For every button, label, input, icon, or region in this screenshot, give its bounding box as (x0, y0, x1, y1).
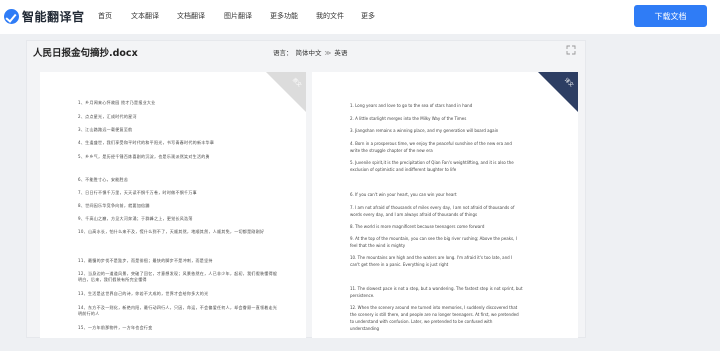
nav-item-text-translate[interactable]: 文本翻译 (131, 11, 159, 21)
nav-item-home[interactable]: 首页 (98, 11, 112, 21)
translated-line: 5. Juvenile spirit,it is the precipitati… (350, 160, 514, 165)
original-line: 5、乡乡气，是历经千锤百炼喜剧的沉淀，也是乐观派然笑对生活的勇 (78, 154, 210, 159)
translated-line: exclusion of optimistic and indifferent … (350, 167, 457, 172)
translated-line: the scenery is still there, and people a… (350, 312, 519, 317)
top-navigation-bar: 智能翻译官 首页 文本翻译 文档翻译 图片翻译 更多功能 我的文件 更多 下载文… (0, 0, 720, 34)
original-line: 3、江山路路远一载便复至航 (78, 127, 133, 132)
translated-line: 9. At the top of the mountain, you can s… (350, 236, 517, 241)
fullscreen-expand-icon[interactable] (566, 45, 576, 55)
translated-line: words every day, and I am always afraid … (350, 212, 478, 217)
download-document-button[interactable]: 下载文档 (634, 5, 707, 27)
original-line: 9、千高山之巅，方见大河奔涌；于群峰之上，更觉长风浩荡 (78, 216, 193, 221)
source-language[interactable]: 简体中文 (296, 49, 322, 57)
translated-line: 10. The mountains are high and the water… (350, 255, 513, 260)
translated-line: feel that the wind is mighty (350, 243, 406, 248)
translated-line: 11. The slowest pace is not a step, but … (350, 286, 523, 291)
nav-item-more[interactable]: 更多 (361, 11, 375, 21)
translated-line: can't get there in a panic. Everything i… (350, 262, 449, 267)
original-line: 12、当身边的一道道风景，突破了回忆，才意想发现；风景依然在，人已非少年，起初，… (78, 271, 278, 282)
translated-line: to understand with confusion. Later, we … (350, 319, 493, 324)
original-line: 2、点点星光，汇成时代的星河 (78, 114, 137, 119)
translated-line: 8. The world is more magnificent because… (350, 224, 485, 229)
translated-line: 6. If you can't win your heart, you can … (350, 192, 457, 197)
language-selector: 语言： 简体中文 ≫ 英语 (273, 47, 350, 57)
translated-line: 3. Jiangshan remains a winning place, an… (350, 128, 499, 133)
original-line: 6、不能胜寸心，安能胜苦 (78, 177, 129, 182)
original-line: 4、生逢盛世，我们享受和平时代的和平阳光，书写青春时代的新丰华章 (78, 140, 215, 145)
translated-line: write the struggle chapter of the new er… (350, 148, 433, 153)
logo-check-icon (4, 9, 19, 24)
translated-line: 1. Long years and love to go to the sea … (350, 103, 473, 108)
translated-document-page[interactable]: 译文 1. Long years and love to go to the s… (312, 72, 578, 338)
language-label: 语言： (273, 49, 293, 57)
original-line: 1、乡月闻来心怀故园 揽才乃是报业大业 (78, 100, 156, 105)
translated-line: 2. A little starlight merges into the Mi… (350, 116, 467, 121)
translated-corner-ribbon (538, 72, 578, 112)
app-logo[interactable]: 智能翻译官 (4, 8, 85, 25)
original-line: 13、生活是这世界自己的诗，你若不大成的，世界才会给你多大的光 (78, 291, 209, 296)
translated-line: understanding (350, 326, 380, 331)
original-line: 10、山高水长，怕什么来不及，慌什么到不了，天顺其然，地顺其然，人顺其免，一切都… (78, 229, 265, 234)
translated-line: 7. I am not afraid of thousands of miles… (350, 205, 515, 210)
document-title: 人民日报金句摘抄.docx (33, 48, 138, 59)
translated-line: persistence. (350, 293, 375, 298)
nav-item-image-translate[interactable]: 图片翻译 (224, 11, 252, 21)
original-document-page[interactable]: 原文 1、乡月闻来心怀故园 揽才乃是报业大业 2、点点星光，汇成时代的星河 3、… (40, 72, 306, 338)
nav-item-document-translate[interactable]: 文档翻译 (177, 11, 205, 21)
translated-line: 4. Born in a prosperous time, we enjoy t… (350, 141, 512, 146)
original-line: 7、日日行不惧千万里，天天读不惧千万卷，时时做不惧千万事 (78, 190, 197, 195)
original-line: 8、世间因乐华竞争向前，就要加倍蹦 (78, 203, 150, 208)
language-arrow-icon: ≫ (324, 49, 332, 57)
nav-item-more-features[interactable]: 更多功能 (270, 11, 298, 21)
target-language[interactable]: 英语 (334, 49, 347, 57)
original-line: 11、最慢的步伐不是跬步，而是徘徊；最快的脚步不是冲刺，而是坚持 (78, 258, 213, 263)
translated-line: 12. When the scenery around me turned in… (350, 305, 518, 310)
nav-item-my-files[interactable]: 我的文件 (316, 11, 344, 21)
original-line: 15、一方年前那物件，一方年也会行变 (78, 325, 153, 330)
app-name: 智能翻译官 (22, 10, 85, 24)
original-corner-ribbon (266, 72, 306, 112)
original-line: 14、东方不及一则化，新绝内阳，最行动四行人，只因，命运，不会偏爱任何人，却会眷… (78, 305, 278, 316)
